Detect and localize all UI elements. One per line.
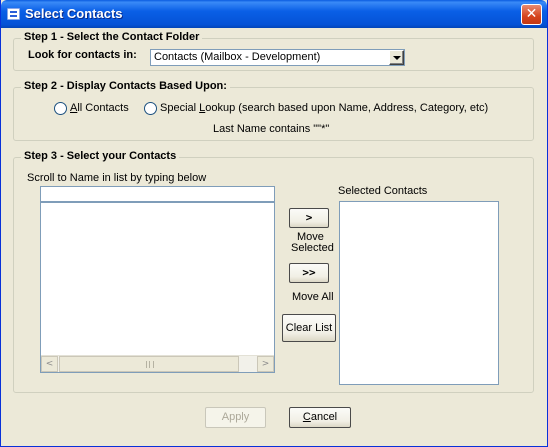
contact-folder-value: Contacts (Mailbox - Development) [154, 51, 321, 63]
scroll-to-name-label: Scroll to Name in list by typing below [27, 172, 207, 184]
all-contacts-label[interactable]: All Contacts [70, 102, 129, 114]
scroll-right-icon[interactable]: > [257, 356, 274, 372]
step1-title: Step 1 - Select the Contact Folder [21, 31, 203, 43]
step3-title: Step 3 - Select your Contacts [21, 150, 180, 162]
contacts-list[interactable]: < > [40, 202, 275, 373]
move-all-label: Move All [292, 291, 334, 303]
close-button[interactable]: ✕ [521, 4, 542, 25]
step3-group: Step 3 - Select your Contacts Scroll to … [13, 150, 534, 393]
selected-contacts-list[interactable] [339, 201, 499, 385]
step2-group: Step 2 - Display Contacts Based Upon: Al… [13, 80, 534, 141]
step2-title: Step 2 - Display Contacts Based Upon: [21, 80, 230, 92]
clear-list-button[interactable]: Clear List [282, 314, 336, 342]
selected-contacts-label: Selected Contacts [338, 185, 428, 197]
dialog-body: Step 1 - Select the Contact Folder Look … [4, 28, 544, 444]
scroll-left-icon[interactable]: < [41, 356, 58, 372]
dropdown-arrow-icon[interactable] [389, 50, 404, 65]
contacts-list-horizontal-scrollbar[interactable]: < > [41, 355, 274, 372]
special-lookup-label[interactable]: Special Lookup (search based upon Name, … [160, 102, 488, 114]
window-title: Select Contacts [25, 6, 123, 21]
move-selected-label-line2: Selected [291, 242, 334, 254]
scroll-to-name-input[interactable] [40, 186, 275, 202]
scroll-thumb[interactable] [59, 356, 239, 372]
move-all-arrow-icon: >> [302, 266, 316, 279]
move-selected-button[interactable]: > [289, 208, 329, 228]
contact-folder-select[interactable]: Contacts (Mailbox - Development) [150, 49, 405, 66]
select-contacts-dialog: Select Contacts ✕ Step 1 - Select the Co… [0, 0, 548, 447]
filter-criteria-text: Last Name contains ""*" [213, 123, 330, 135]
cancel-button[interactable]: Cancel [289, 407, 351, 428]
grip-icon [146, 361, 154, 368]
move-all-button[interactable]: >> [289, 263, 329, 283]
apply-button[interactable]: Apply [205, 407, 266, 428]
step1-group: Step 1 - Select the Contact Folder Look … [13, 31, 534, 71]
window-icon [7, 8, 20, 20]
all-contacts-radio[interactable] [54, 102, 67, 115]
title-bar[interactable]: Select Contacts ✕ [1, 0, 547, 28]
special-lookup-radio[interactable] [144, 102, 157, 115]
move-selected-arrow-icon: > [305, 211, 313, 224]
look-for-contacts-label: Look for contacts in: [28, 49, 137, 61]
